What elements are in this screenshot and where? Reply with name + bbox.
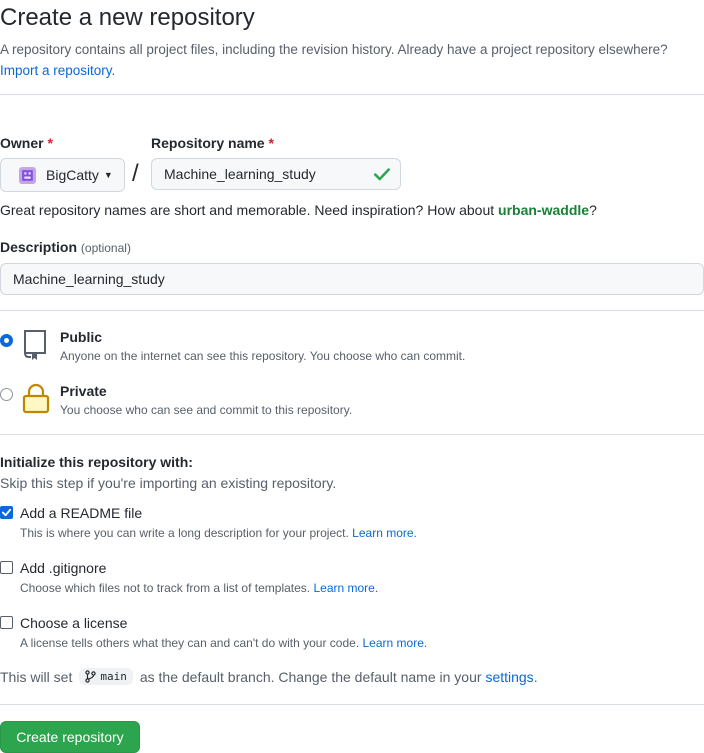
license-description-text: A license tells others what they can and… <box>20 636 360 650</box>
readme-description: This is where you can write a long descr… <box>20 526 417 540</box>
repository-name-input[interactable]: Machine_learning_study <box>151 158 401 190</box>
required-mark: * <box>47 135 53 151</box>
license-description: A license tells others what they can and… <box>20 636 427 650</box>
description-input[interactable]: Machine_learning_study <box>0 263 704 295</box>
init-subtext: Skip this step if you're importing an ex… <box>0 475 337 491</box>
branch-name: main <box>100 670 127 683</box>
owner-label-text: Owner <box>0 135 44 151</box>
checkmark-icon <box>1 508 12 517</box>
required-mark: * <box>268 135 274 151</box>
gitignore-learn-more-link[interactable]: Learn more. <box>313 581 378 595</box>
license-learn-more-link[interactable]: Learn more. <box>363 636 428 650</box>
divider <box>0 94 704 95</box>
init-heading: Initialize this repository with: <box>0 454 193 470</box>
lock-icon <box>22 383 50 414</box>
divider <box>0 704 704 705</box>
repository-name-label: Repository name * <box>151 135 274 151</box>
private-radio[interactable] <box>0 388 13 401</box>
description-label: Description (optional) <box>0 239 131 255</box>
readme-title: Add a README file <box>20 505 143 521</box>
create-repository-page: Create a new repository A repository con… <box>0 0 704 753</box>
branch-prefix: This will set <box>0 668 73 685</box>
intro-text: A repository contains all project files,… <box>0 39 700 81</box>
repository-name-value: Machine_learning_study <box>164 166 316 182</box>
owner-dropdown[interactable]: BigCatty ▼ <box>0 158 125 192</box>
license-checkbox[interactable] <box>0 616 13 629</box>
branch-name-pill: main <box>79 668 133 685</box>
public-radio[interactable] <box>0 334 13 347</box>
private-title: Private <box>60 383 107 399</box>
owner-repo-separator: / <box>132 160 139 187</box>
divider <box>0 434 704 435</box>
readme-description-text: This is where you can write a long descr… <box>20 526 349 540</box>
settings-link[interactable]: settings <box>485 669 533 685</box>
branch-middle-text: as the default branch. Change the defaul… <box>139 668 482 685</box>
readme-checkbox[interactable] <box>0 506 13 519</box>
readme-learn-more-link[interactable]: Learn more. <box>352 526 417 540</box>
gitignore-checkbox[interactable] <box>0 561 13 574</box>
name-suggestion[interactable]: urban-waddle <box>498 202 589 218</box>
gitignore-description-text: Choose which files not to track from a l… <box>20 581 311 595</box>
public-description: Anyone on the internet can see this repo… <box>60 349 466 363</box>
name-hint: Great repository names are short and mem… <box>0 202 597 218</box>
repository-name-label-text: Repository name <box>151 135 265 151</box>
description-label-text: Description <box>0 239 78 255</box>
import-repository-link[interactable]: Import a repository. <box>0 63 115 78</box>
chevron-down-icon: ▼ <box>103 170 113 180</box>
private-description: You choose who can see and commit to thi… <box>60 403 353 417</box>
name-hint-suffix: ? <box>589 202 597 218</box>
license-title: Choose a license <box>20 615 128 631</box>
branch-suffix: . <box>533 668 538 685</box>
divider <box>0 310 704 311</box>
owner-label: Owner * <box>0 135 53 151</box>
description-value: Machine_learning_study <box>13 271 165 287</box>
intro-description: A repository contains all project files,… <box>0 42 668 57</box>
repo-icon <box>24 330 46 360</box>
owner-avatar <box>19 166 36 184</box>
optional-tag: (optional) <box>80 241 131 255</box>
owner-name: BigCatty <box>46 167 99 183</box>
check-icon <box>374 168 390 181</box>
name-hint-text: Great repository names are short and mem… <box>0 202 499 218</box>
public-title: Public <box>60 329 103 345</box>
gitignore-description: Choose which files not to track from a l… <box>20 581 378 595</box>
git-branch-icon <box>85 670 97 683</box>
default-branch-note: This will set main as the default branch… <box>0 668 538 685</box>
gitignore-title: Add .gitignore <box>20 560 107 576</box>
create-repository-button[interactable]: Create repository <box>0 721 140 753</box>
page-title: Create a new repository <box>0 4 255 31</box>
